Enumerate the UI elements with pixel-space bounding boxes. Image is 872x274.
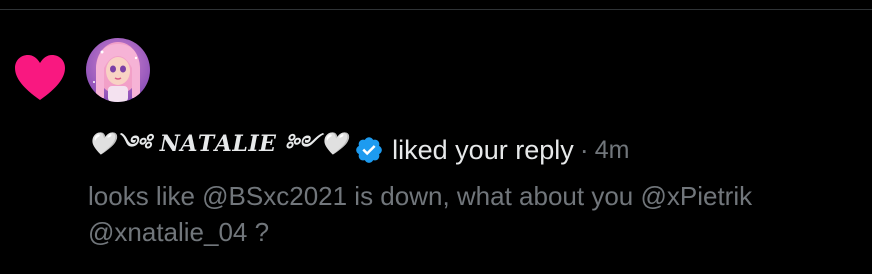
like-notification[interactable]: 🤍༺ 𝑵𝑨𝑻𝑨𝑳𝑰𝑬 ༻🤍 liked your reply · 4m look… <box>0 10 872 274</box>
reply-text-line-1: looks like @BSxc2021 is down, what about… <box>88 181 753 211</box>
verified-badge-icon <box>356 137 382 163</box>
notification-headline: 🤍༺ 𝑵𝑨𝑻𝑨𝑳𝑰𝑬 ༻🤍 liked your reply · 4m <box>88 131 629 169</box>
separator-dot: · <box>579 134 589 165</box>
timestamp[interactable]: 4m <box>595 136 630 165</box>
reply-text-line-2: @xnatalie_04 ? <box>88 217 270 247</box>
avatar-image <box>86 38 150 102</box>
heart-icon <box>15 55 65 100</box>
reply-text[interactable]: looks like @BSxc2021 is down, what about… <box>88 178 872 250</box>
action-text: liked your reply <box>392 134 574 165</box>
avatar[interactable] <box>86 38 150 102</box>
display-name[interactable]: 🤍༺ 𝑵𝑨𝑻𝑨𝑳𝑰𝑬 ༻🤍 <box>88 119 348 181</box>
